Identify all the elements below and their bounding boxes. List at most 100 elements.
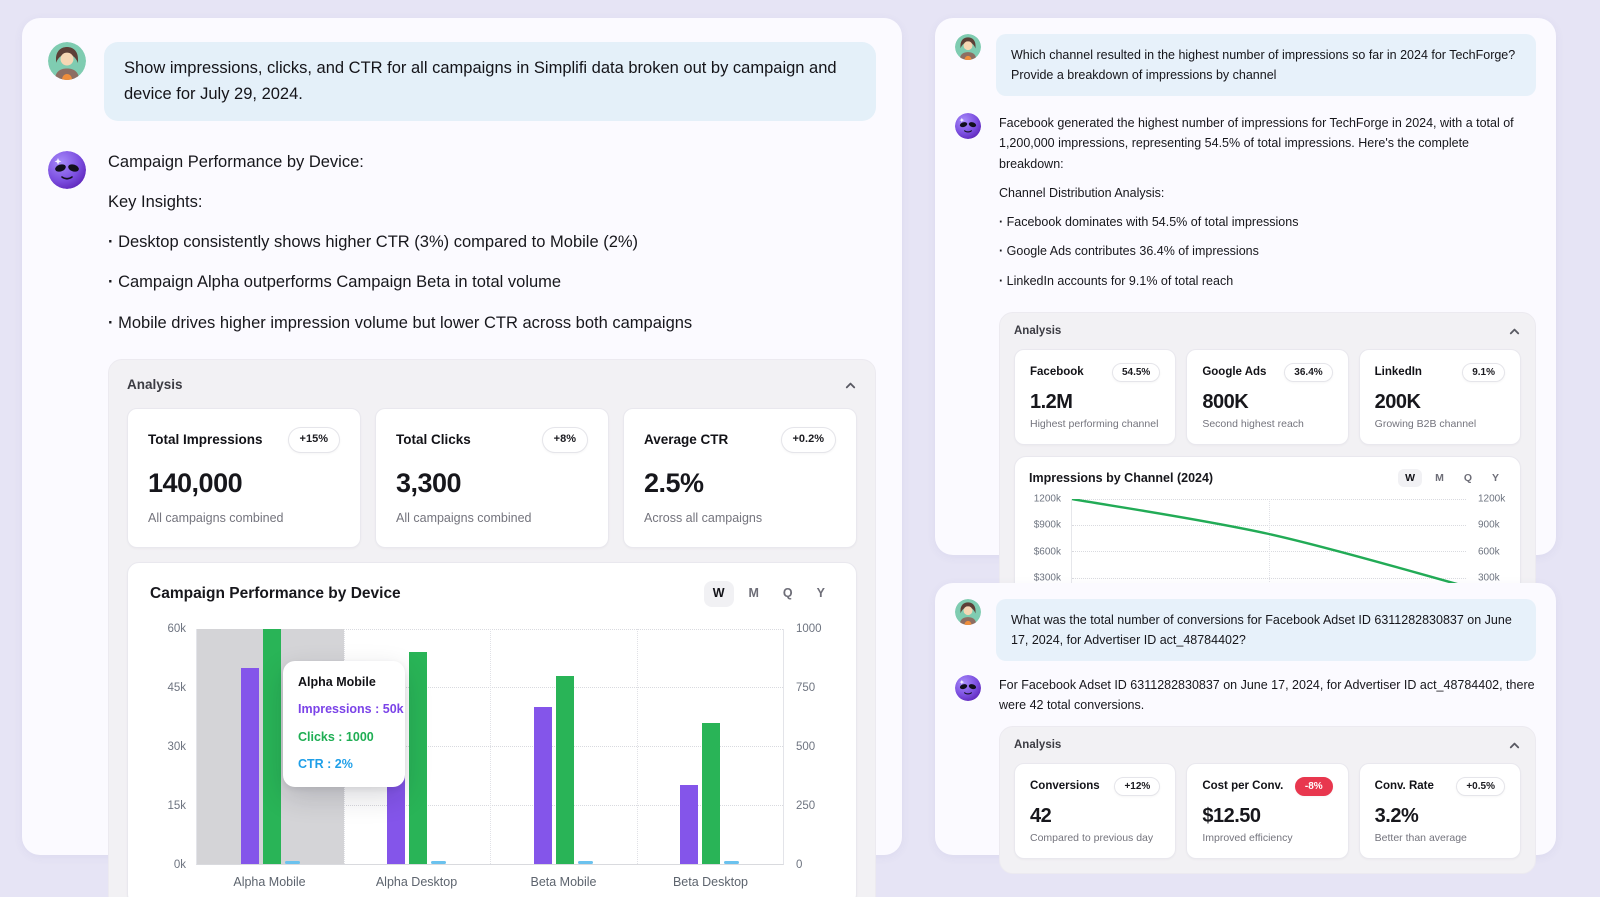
chart-tooltip: Alpha Mobile Impressions : 50kClicks : 1… (283, 661, 405, 787)
y-axis-label: 750 (796, 680, 815, 696)
collapse-chevron-icon[interactable] (844, 379, 857, 392)
y-axis-label: $600k (1034, 546, 1061, 557)
trend-badge: +8% (542, 427, 588, 452)
stat-note: Compared to previous day (1030, 832, 1160, 844)
clicks-bar[interactable] (702, 723, 720, 864)
trend-badge: +12% (1114, 777, 1160, 796)
stat-label: Average CTR (644, 431, 728, 450)
range-month-button[interactable]: M (1428, 469, 1451, 487)
bar-group[interactable] (490, 629, 637, 864)
analysis-section: Analysis Conversions +12% 42 Compared to… (999, 726, 1536, 874)
device-chart-card: Campaign Performance by Device W M Q Y 6… (127, 562, 857, 897)
stat-value: 1.2M (1030, 391, 1160, 414)
tooltip-line: Clicks : 1000 (298, 729, 390, 747)
user-message-bubble: What was the total number of conversions… (996, 599, 1536, 661)
assistant-avatar (955, 113, 981, 139)
y-axis-label: 30k (167, 739, 186, 755)
stat-note: Better than average (1375, 832, 1505, 844)
range-year-button[interactable]: Y (1485, 469, 1506, 487)
impressions-bar[interactable] (680, 785, 698, 863)
right-y-axis: 10007505002500 (784, 629, 834, 865)
conversions-chat-panel: What was the total number of conversions… (935, 583, 1556, 855)
trend-badge: +0.2% (781, 427, 837, 452)
tooltip-title: Alpha Mobile (298, 674, 390, 692)
stat-note: All campaigns combined (148, 510, 340, 528)
insight-bullet: Mobile drives higher impression volume b… (108, 312, 876, 335)
analysis-header[interactable]: Analysis (127, 376, 857, 395)
stat-card-facebook: Facebook 54.5% 1.2M Highest performing c… (1014, 349, 1176, 445)
stat-card-conversion-rate: Conv. Rate +0.5% 3.2% Better than averag… (1359, 763, 1521, 859)
ctr-bar[interactable] (724, 861, 739, 864)
stat-label: Total Clicks (396, 431, 471, 450)
clicks-bar[interactable] (263, 629, 281, 864)
share-badge: 54.5% (1112, 363, 1160, 382)
trend-badge-negative: -8% (1295, 777, 1333, 796)
x-axis-label: Beta Mobile (490, 874, 637, 892)
user-message-bubble: Which channel resulted in the highest nu… (996, 34, 1536, 96)
y-axis-label: 500 (796, 739, 815, 755)
stat-note: Across all campaigns (644, 510, 836, 528)
collapse-chevron-icon[interactable] (1508, 325, 1521, 338)
y-axis-label: 0 (796, 857, 802, 873)
assistant-heading: Campaign Performance by Device: (108, 151, 876, 174)
assistant-paragraph: For Facebook Adset ID 6311282830837 on J… (999, 675, 1536, 716)
stat-note: Growing B2B channel (1375, 418, 1505, 430)
clicks-bar[interactable] (556, 676, 574, 864)
range-week-button[interactable]: W (704, 581, 734, 607)
insight-bullet: LinkedIn accounts for 9.1% of total reac… (999, 271, 1536, 291)
user-message-row: Show impressions, clicks, and CTR for al… (48, 42, 876, 121)
stat-note: Improved efficiency (1202, 832, 1332, 844)
y-axis-label: 45k (167, 680, 186, 696)
ctr-bar[interactable] (431, 861, 446, 864)
stat-note: Highest performing channel (1030, 418, 1160, 430)
assistant-message: For Facebook Adset ID 6311282830837 on J… (999, 675, 1536, 716)
stats-row: Total Impressions +15% 140,000 All campa… (127, 408, 857, 548)
chart-title: Campaign Performance by Device (150, 583, 401, 605)
campaign-chat-panel: Show impressions, clicks, and CTR for al… (22, 18, 902, 855)
y-axis-label: 1000 (796, 621, 822, 637)
analysis-header[interactable]: Analysis (1014, 325, 1521, 338)
range-month-button[interactable]: M (740, 581, 768, 607)
device-chart-plot[interactable]: Alpha Mobile Impressions : 50kClicks : 1… (196, 629, 784, 865)
range-year-button[interactable]: Y (808, 581, 834, 607)
stat-card-average-ctr: Average CTR +0.2% 2.5% Across all campai… (623, 408, 857, 548)
x-axis-label: Alpha Desktop (343, 874, 490, 892)
user-avatar (955, 34, 981, 60)
impressions-bar[interactable] (241, 668, 259, 864)
bar-group[interactable] (637, 629, 784, 864)
analysis-header[interactable]: Analysis (1014, 739, 1521, 752)
stat-label: Google Ads (1202, 366, 1266, 378)
impressions-bar[interactable] (534, 707, 552, 864)
insight-bullet: Google Ads contributes 36.4% of impressi… (999, 241, 1536, 261)
channel-chat-panel: Which channel resulted in the highest nu… (935, 18, 1556, 555)
range-quarter-button[interactable]: Q (774, 581, 802, 607)
trend-badge: +15% (288, 427, 340, 452)
trend-badge: +0.5% (1456, 777, 1505, 796)
stat-note: All campaigns combined (396, 510, 588, 528)
analysis-title: Analysis (1014, 739, 1061, 751)
stat-card-total-impressions: Total Impressions +15% 140,000 All campa… (127, 408, 361, 548)
y-axis-label: 1200k (1478, 493, 1505, 504)
y-axis-label: 15k (167, 798, 186, 814)
assistant-paragraph: Facebook generated the highest number of… (999, 113, 1536, 174)
stat-card-linkedin: LinkedIn 9.1% 200K Growing B2B channel (1359, 349, 1521, 445)
collapse-chevron-icon[interactable] (1508, 739, 1521, 752)
stat-card-total-clicks: Total Clicks +8% 3,300 All campaigns com… (375, 408, 609, 548)
ctr-bar[interactable] (285, 861, 300, 864)
x-axis-label: Alpha Mobile (196, 874, 343, 892)
analysis-section: Analysis Total Impressions +15% 140,000 … (108, 359, 876, 897)
analysis-title: Analysis (1014, 325, 1061, 337)
stat-label: Total Impressions (148, 431, 263, 450)
assistant-message: Campaign Performance by Device: Key Insi… (108, 151, 876, 897)
clicks-bar[interactable] (409, 652, 427, 864)
assistant-subheading: Channel Distribution Analysis: (999, 183, 1536, 203)
user-message-bubble: Show impressions, clicks, and CTR for al… (104, 42, 876, 121)
range-quarter-button[interactable]: Q (1457, 469, 1479, 487)
share-badge: 36.4% (1284, 363, 1332, 382)
range-week-button[interactable]: W (1398, 469, 1422, 487)
assistant-message-row: Campaign Performance by Device: Key Insi… (48, 151, 876, 897)
ctr-bar[interactable] (578, 861, 593, 864)
y-axis-label: 600k (1478, 546, 1500, 557)
y-axis-label: 0k (174, 857, 186, 873)
insight-bullet: Campaign Alpha outperforms Campaign Beta… (108, 271, 876, 294)
